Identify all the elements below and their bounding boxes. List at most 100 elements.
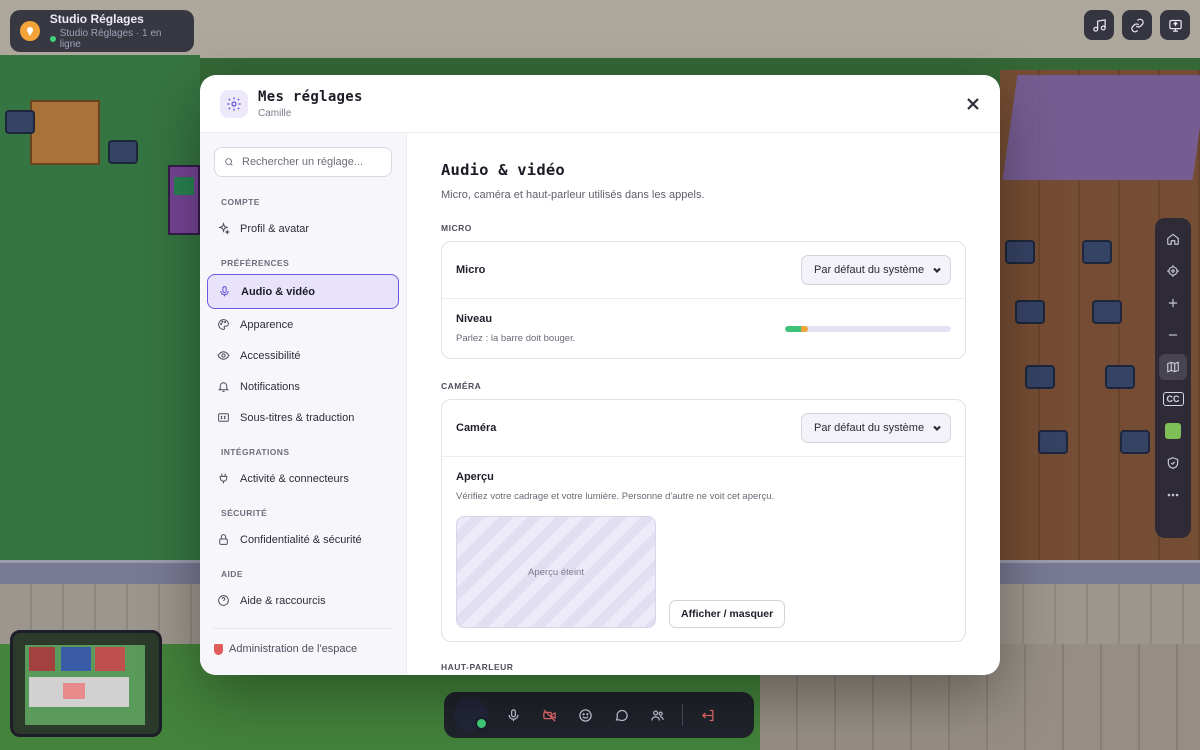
micro-select[interactable]: Par défaut du système xyxy=(801,255,951,285)
close-button[interactable] xyxy=(964,95,982,113)
music-icon xyxy=(1092,18,1106,32)
leave-icon xyxy=(701,709,713,721)
preview-section: Aperçu Vérifiez votre cadrage et votre l… xyxy=(442,457,965,641)
security-button[interactable] xyxy=(1159,450,1187,476)
locate-button[interactable] xyxy=(1159,258,1187,284)
camera-off-icon xyxy=(542,708,556,722)
chevron-down-icon xyxy=(933,425,941,432)
home-button[interactable] xyxy=(1159,226,1187,252)
search-input[interactable] xyxy=(242,156,382,168)
music-button[interactable] xyxy=(1084,10,1114,40)
micro-select-value: Par défaut du système xyxy=(814,264,925,276)
sidebar-item-confidentialite[interactable]: Confidentialité & sécurité xyxy=(207,524,399,555)
sidebar-item-aide[interactable]: Aide & raccourcis xyxy=(207,585,399,616)
search-box[interactable] xyxy=(214,147,392,177)
sparkles-icon xyxy=(218,222,230,235)
admin-link[interactable]: Administration de l'espace xyxy=(214,628,392,655)
sidebar-item-sous-titres[interactable]: Sous-titres & traduction xyxy=(207,402,399,433)
space-status-text: Studio Réglages · 1 en ligne xyxy=(59,28,162,50)
section-label-integrations: INTÉGRATIONS xyxy=(221,447,290,457)
sidebar-item-label: Sous-titres & traduction xyxy=(240,411,355,424)
microphone-button[interactable] xyxy=(502,704,524,726)
space-badge[interactable]: Studio Réglages Studio Réglages · 1 en l… xyxy=(10,10,194,52)
sidebar-item-accessibilite[interactable]: Accessibilité xyxy=(207,340,399,371)
camera-select-value: Par défaut du système xyxy=(814,422,925,434)
people-button[interactable] xyxy=(646,704,668,726)
level-row: Niveau Parlez : la barre doit bouger. xyxy=(442,299,965,358)
chevron-down-icon xyxy=(933,267,941,274)
settings-sidebar: COMPTE Profil & avatar PRÉFÉRENCES Audio… xyxy=(200,133,407,675)
puzzle-icon xyxy=(1165,423,1181,439)
page-title: Audio & vidéo xyxy=(441,161,565,179)
media-bar xyxy=(444,692,754,738)
sidebar-item-activite[interactable]: Activité & connecteurs xyxy=(207,463,399,494)
location-pin-icon xyxy=(20,21,40,41)
admin-link-label: Administration de l'espace xyxy=(229,643,358,655)
eye-icon xyxy=(217,351,230,360)
shield-icon xyxy=(1167,457,1179,469)
top-right-controls xyxy=(1084,10,1190,40)
section-label-compte: COMPTE xyxy=(221,197,260,207)
micro-card: Micro Par défaut du système Niveau Parle… xyxy=(441,241,966,359)
map-icon xyxy=(1167,361,1179,373)
avatar[interactable] xyxy=(454,698,488,732)
modal-subtitle: Camille xyxy=(258,107,292,119)
leave-button[interactable] xyxy=(697,704,719,726)
camera-button[interactable] xyxy=(538,704,560,726)
zoom-out-button[interactable] xyxy=(1159,322,1187,348)
section-label-preferences: PRÉFÉRENCES xyxy=(221,258,290,268)
zoom-in-icon xyxy=(1168,298,1178,308)
sidebar-item-label: Accessibilité xyxy=(240,349,301,362)
camera-select[interactable]: Par défaut du système xyxy=(801,413,951,443)
preview-label: Aperçu xyxy=(456,471,494,483)
emoji-button[interactable] xyxy=(574,704,596,726)
level-description: Parlez : la barre doit bouger. xyxy=(456,333,576,344)
sidebar-item-label: Aide & raccourcis xyxy=(240,594,326,607)
sidebar-item-label: Apparence xyxy=(240,318,294,331)
camera-preview: Aperçu éteint xyxy=(456,516,656,628)
settings-modal: Mes réglages Camille COMPTE Profil & ava… xyxy=(200,75,1000,675)
space-title: Studio Réglages xyxy=(49,12,144,26)
map-button[interactable] xyxy=(1159,354,1187,380)
help-icon xyxy=(218,595,229,606)
microphone-icon xyxy=(220,286,229,297)
sidebar-item-audio-video[interactable]: Audio & vidéo xyxy=(207,274,399,309)
emoji-icon xyxy=(578,708,592,722)
sidebar-item-apparence[interactable]: Apparence xyxy=(207,309,399,340)
captions-icon xyxy=(218,413,229,422)
chat-button[interactable] xyxy=(610,704,632,726)
section-label-securite: SÉCURITÉ xyxy=(221,508,268,518)
home-icon xyxy=(1167,233,1179,245)
zoom-in-button[interactable] xyxy=(1159,290,1187,316)
online-indicator xyxy=(49,36,56,42)
modal-title: Mes réglages xyxy=(258,88,363,105)
minimap[interactable] xyxy=(10,630,162,737)
micro-label: Micro xyxy=(456,264,486,276)
link-icon xyxy=(1130,18,1144,32)
chat-icon xyxy=(615,709,628,721)
modal-header: Mes réglages Camille xyxy=(200,75,1000,133)
group-label-speaker: HAUT-PARLEUR xyxy=(441,662,514,672)
group-label-camera: CAMÉRA xyxy=(441,381,482,391)
screen-share-button[interactable] xyxy=(1160,10,1190,40)
captions-icon: CC xyxy=(1162,392,1184,406)
copy-link-button[interactable] xyxy=(1122,10,1152,40)
captions-button[interactable]: CC xyxy=(1159,386,1187,412)
sidebar-item-notifications[interactable]: Notifications xyxy=(207,371,399,402)
shield-icon xyxy=(214,643,223,655)
camera-row: Caméra Par défaut du système xyxy=(442,400,965,457)
toggle-preview-button[interactable]: Afficher / masquer xyxy=(669,600,786,628)
group-label-micro: MICRO xyxy=(441,223,472,233)
space-status: Studio Réglages · 1 en ligne xyxy=(49,28,184,50)
more-button[interactable] xyxy=(1159,482,1187,508)
integrations-button[interactable] xyxy=(1159,418,1187,444)
locate-icon xyxy=(1167,265,1179,277)
section-label-aide: AIDE xyxy=(221,569,243,579)
bell-icon xyxy=(217,382,230,392)
more-icon xyxy=(1167,493,1179,497)
level-label: Niveau xyxy=(456,313,493,325)
screen-share-icon xyxy=(1168,19,1182,32)
camera-card: Caméra Par défaut du système Aperçu Véri… xyxy=(441,399,966,642)
page-subtitle: Micro, caméra et haut-parleur utilisés d… xyxy=(441,189,705,201)
sidebar-item-profil[interactable]: Profil & avatar xyxy=(207,213,399,244)
